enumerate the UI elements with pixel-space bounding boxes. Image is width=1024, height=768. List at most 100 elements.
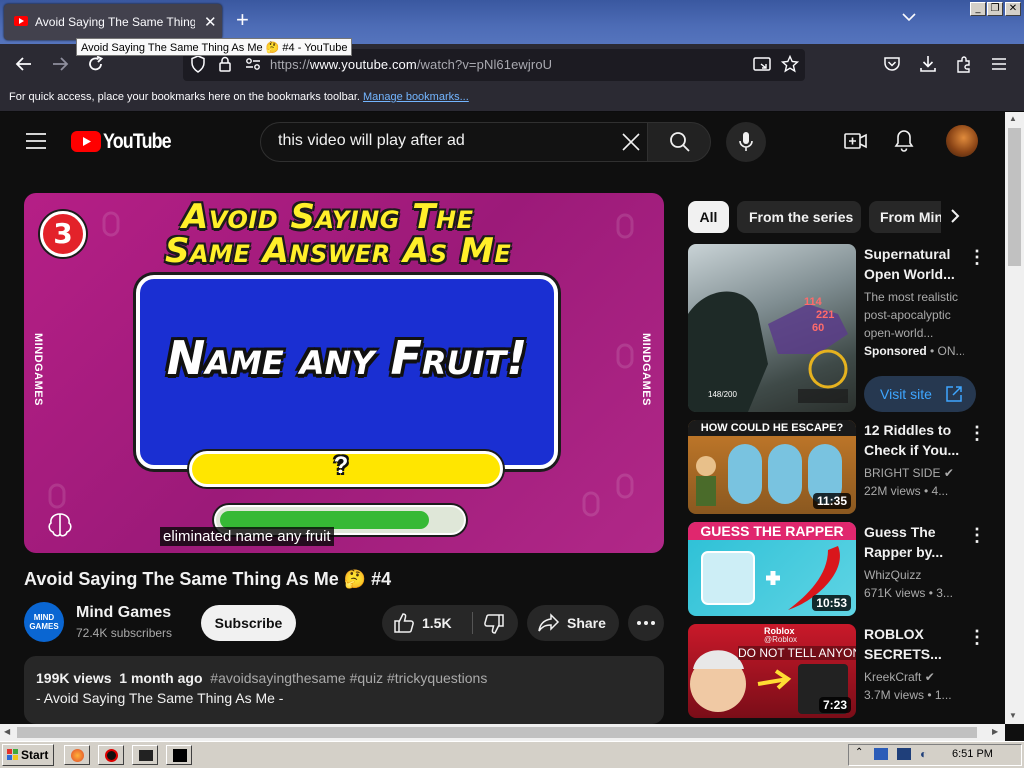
channel-name[interactable]: Mind Games: [76, 604, 171, 622]
sidebar-thumbnail-ad[interactable]: 114 221 60 148/200: [688, 244, 856, 412]
list-all-tabs-button[interactable]: [902, 12, 916, 22]
tab-title: Avoid Saying The Same Thing As Me: [35, 15, 195, 29]
sidebar-title-4a[interactable]: ROBLOX: [864, 624, 964, 644]
sidebar-more-button[interactable]: ⋮: [968, 628, 986, 646]
start-button[interactable]: Start: [2, 744, 54, 766]
thumb-banner-riddles: HOW COULD HE ESCAPE?: [688, 420, 856, 436]
extensions-button[interactable]: [955, 55, 973, 73]
visit-site-button[interactable]: Visit site: [864, 376, 976, 412]
sidebar-thumbnail-roblox[interactable]: Roblox @Roblox DO NOT TELL ANYONE 7:23: [688, 624, 856, 718]
minimize-window-button[interactable]: _: [970, 2, 986, 16]
thumb-text-roblox: DO NOT TELL ANYONE: [738, 646, 856, 660]
close-window-button[interactable]: ✕: [1005, 2, 1021, 16]
scroll-down-arrow-icon[interactable]: ▼: [1009, 711, 1017, 720]
chevron-right-icon: [951, 209, 960, 223]
tracking-protection-button[interactable]: [190, 55, 206, 73]
url-text[interactable]: https://www.youtube.com/watch?v=pNl61ewj…: [270, 57, 552, 72]
create-button[interactable]: [844, 130, 868, 152]
tray-expand-icon[interactable]: ⌃: [855, 747, 863, 758]
game-scene-thumbnail: [688, 291, 848, 412]
quiz-prompt-box: Name any Fruit!: [136, 275, 558, 469]
pocket-button[interactable]: [883, 56, 901, 72]
sidebar-title-4b[interactable]: SECRETS...: [864, 644, 964, 664]
sidebar-channel-2[interactable]: BRIGHT SIDE ✔: [864, 464, 964, 482]
side-brand-right: MINDGAMES: [640, 333, 652, 406]
sidebar-more-button[interactable]: ⋮: [968, 526, 986, 544]
create-icon: [844, 133, 867, 149]
network-icon[interactable]: [897, 748, 911, 760]
scroll-left-arrow-icon[interactable]: ◀: [4, 727, 10, 736]
taskbar-record[interactable]: [98, 745, 124, 765]
sponsored-label: Sponsored • ON...: [864, 342, 964, 360]
scroll-right-arrow-icon[interactable]: ▶: [992, 727, 998, 736]
sidebar-stats-2: 22M views • 4...: [864, 484, 949, 498]
downloads-button[interactable]: [919, 55, 937, 73]
new-tab-button[interactable]: +: [236, 9, 249, 31]
more-actions-button[interactable]: [628, 605, 664, 641]
tray-app-icon[interactable]: [874, 748, 888, 760]
sidebar-title-2a[interactable]: 12 Riddles to: [864, 420, 964, 440]
restore-window-button[interactable]: ❐: [987, 2, 1003, 16]
url-host: www.youtube.com: [309, 57, 417, 72]
youtube-logo[interactable]: YouTube: [71, 130, 172, 154]
search-button[interactable]: [647, 122, 711, 162]
clear-search-button[interactable]: [621, 132, 641, 152]
reload-icon: [89, 55, 104, 71]
site-info-button[interactable]: [218, 55, 232, 73]
subscribe-button[interactable]: Subscribe: [201, 605, 296, 641]
thumb-damage-3: 60: [812, 322, 825, 334]
notifications-button[interactable]: [894, 129, 914, 153]
windows-logo-icon: [7, 749, 18, 760]
picture-in-picture-button[interactable]: [753, 56, 771, 72]
volume-icon[interactable]: ◐: [920, 747, 927, 761]
side-brand-left: MINDGAMES: [32, 333, 44, 406]
mic-icon: [739, 132, 753, 151]
app-menu-button[interactable]: [991, 57, 1007, 71]
sidebar-title-1a[interactable]: Supernatural: [864, 244, 964, 264]
permissions-button[interactable]: [245, 57, 261, 71]
shield-icon: [191, 55, 205, 73]
pocket-icon: [884, 57, 900, 71]
bookmark-star-button[interactable]: [781, 55, 799, 73]
sidebar-thumbnail-rapper[interactable]: GUESS THE RAPPER 10:53: [688, 522, 856, 616]
channel-avatar[interactable]: MIND GAMES: [24, 602, 64, 642]
lock-icon: [219, 56, 231, 72]
sidebar-title-3a[interactable]: Guess The: [864, 522, 964, 542]
horizontal-scroll-thumb[interactable]: [17, 727, 977, 738]
sidebar-title-3b[interactable]: Rapper by...: [864, 542, 964, 562]
sidebar-channel-3[interactable]: WhizQuizz: [864, 566, 964, 584]
manage-bookmarks-link[interactable]: Manage bookmarks...: [363, 91, 469, 103]
taskbar-window[interactable]: [166, 745, 192, 765]
answer-question-mark: ?: [333, 452, 349, 479]
chip-all[interactable]: All: [688, 201, 729, 233]
taskbar-firefox[interactable]: [64, 745, 90, 765]
sidebar-title-2b[interactable]: Check if You...: [864, 440, 964, 460]
chips-next-button[interactable]: [950, 208, 960, 224]
back-button[interactable]: [15, 56, 33, 72]
vertical-scroll-thumb[interactable]: [1008, 128, 1021, 266]
chip-from-the-series[interactable]: From the series: [737, 201, 861, 233]
star-icon: [781, 55, 799, 73]
account-avatar[interactable]: [946, 125, 978, 157]
voice-search-button[interactable]: [726, 122, 766, 162]
search-query[interactable]: this video will play after ad: [278, 132, 465, 150]
channel-name-2: BRIGHT SIDE: [864, 466, 941, 480]
sidebar-channel-4[interactable]: KreekCraft ✔: [864, 668, 964, 686]
sidebar-thumbnail-riddles[interactable]: HOW COULD HE ESCAPE? 11:35: [688, 420, 856, 514]
browser-tab[interactable]: Avoid Saying The Same Thing As Me ✕: [4, 4, 222, 40]
sidebar-more-button[interactable]: ⋮: [968, 424, 986, 442]
taskbar-terminal[interactable]: [132, 745, 158, 765]
dislike-button[interactable]: [473, 605, 518, 641]
guide-menu-button[interactable]: [26, 133, 46, 149]
hashtags[interactable]: #avoidsayingthesame #quiz #trickyquestio…: [210, 670, 487, 686]
duration-badge: 11:35: [812, 493, 851, 509]
video-player[interactable]: 3 Avoid Saying The Same Answer As Me MIN…: [24, 193, 664, 553]
scroll-up-arrow-icon[interactable]: ▲: [1009, 114, 1017, 123]
forward-button[interactable]: [51, 56, 69, 72]
sidebar-title-1b[interactable]: Open World...: [864, 264, 964, 284]
sponsored-text: Sponsored: [864, 344, 927, 358]
tab-close-icon[interactable]: ✕: [204, 13, 217, 31]
sidebar-more-button[interactable]: ⋮: [968, 248, 986, 266]
reload-button[interactable]: [87, 55, 105, 73]
chip-from-channel[interactable]: From Mind Games: [869, 201, 941, 233]
